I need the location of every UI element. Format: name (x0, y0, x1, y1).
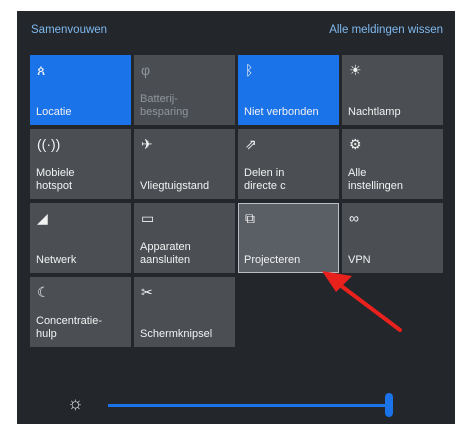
tile-label: VPN (348, 254, 371, 266)
airplane-icon: ✈ (141, 136, 153, 152)
brightness-icon: ☼ (67, 393, 84, 413)
tile-focus-assist[interactable]: ☾ Concentratie- hulp (30, 277, 131, 347)
tile-nearby-sharing[interactable]: ⇗ Delen in directe c (238, 129, 339, 199)
bluetooth-icon: ᛒ (245, 62, 254, 78)
settings-icon: ⚙ (349, 136, 362, 152)
tile-bluetooth[interactable]: ᛒ Niet verbonden (238, 55, 339, 125)
tile-label: Mobiele hotspot (36, 167, 75, 192)
tile-connect-devices[interactable]: ▭ Apparaten aansluiten (134, 203, 235, 273)
vpn-icon: ∞ (349, 210, 359, 226)
tile-location[interactable]: ጰ Locatie (30, 55, 131, 125)
location-icon: ጰ (37, 62, 46, 78)
tile-all-settings[interactable]: ⚙ Alle instellingen (342, 129, 443, 199)
tile-mobile-hotspot[interactable]: ((·)) Mobiele hotspot (30, 129, 131, 199)
brightness-slider[interactable]: ☼ (17, 391, 455, 421)
battery-saver-icon: φ (141, 62, 151, 78)
brightness-thumb[interactable] (385, 393, 393, 417)
network-icon: ◢ (37, 210, 48, 226)
share-icon: ⇗ (245, 136, 257, 152)
hotspot-icon: ((·)) (37, 136, 61, 152)
tile-label: Batterij- besparing (140, 93, 189, 118)
tile-label: Locatie (36, 106, 72, 118)
tile-label: Schermknipsel (140, 328, 213, 340)
tile-night-light[interactable]: ☀ Nachtlamp (342, 55, 443, 125)
focus-assist-icon: ☾ (37, 284, 50, 300)
tile-label: Delen in directe c (244, 167, 286, 192)
action-center-panel: Samenvouwen Alle meldingen wissen ጰ Loca… (17, 11, 455, 424)
tile-screen-snip[interactable]: ✂ Schermknipsel (134, 277, 235, 347)
tile-label: Niet verbonden (244, 106, 319, 118)
tile-battery-saver[interactable]: φ Batterij- besparing (134, 55, 235, 125)
tile-vpn[interactable]: ∞ VPN (342, 203, 443, 273)
screen-snip-icon: ✂ (141, 284, 153, 300)
tile-project[interactable]: ⧉ Projecteren (238, 203, 339, 273)
connect-devices-icon: ▭ (141, 210, 155, 226)
tile-label: Concentratie- hulp (36, 315, 103, 340)
tile-label: Netwerk (36, 254, 77, 266)
clear-all-notifications-link[interactable]: Alle meldingen wissen (329, 24, 443, 36)
tile-airplane-mode[interactable]: ✈ Vliegtuigstand (134, 129, 235, 199)
project-icon: ⧉ (245, 210, 255, 226)
tile-label: Alle instellingen (348, 167, 404, 192)
night-light-icon: ☀ (349, 62, 362, 78)
collapse-link[interactable]: Samenvouwen (31, 24, 107, 36)
tile-label: Apparaten aansluiten (140, 241, 191, 266)
tile-label: Nachtlamp (348, 106, 401, 118)
tile-label: Projecteren (244, 254, 301, 266)
tile-label: Vliegtuigstand (140, 180, 210, 192)
brightness-track[interactable] (108, 404, 392, 407)
tile-network[interactable]: ◢ Netwerk (30, 203, 131, 273)
